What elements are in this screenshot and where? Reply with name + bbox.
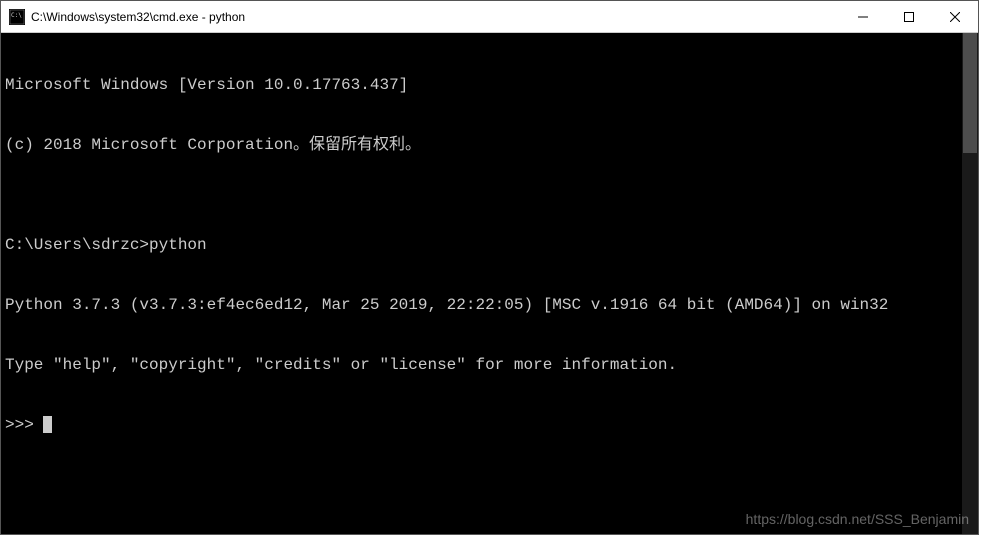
minimize-button[interactable] <box>840 1 886 32</box>
vertical-scrollbar[interactable] <box>962 33 978 534</box>
prompt-line: >>> <box>5 415 958 435</box>
terminal-body: Microsoft Windows [Version 10.0.17763.43… <box>1 33 978 534</box>
terminal-output[interactable]: Microsoft Windows [Version 10.0.17763.43… <box>1 33 962 534</box>
titlebar[interactable]: C:\ C:\Windows\system32\cmd.exe - python <box>1 1 978 33</box>
close-button[interactable] <box>932 1 978 32</box>
scrollbar-thumb[interactable] <box>963 33 977 153</box>
output-line: (c) 2018 Microsoft Corporation。保留所有权利。 <box>5 135 958 155</box>
output-line: Microsoft Windows [Version 10.0.17763.43… <box>5 75 958 95</box>
python-prompt: >>> <box>5 416 43 434</box>
output-line: C:\Users\sdrzc>python <box>5 235 958 255</box>
window-controls <box>840 1 978 32</box>
window-title: C:\Windows\system32\cmd.exe - python <box>31 10 840 24</box>
svg-text:C:\: C:\ <box>11 12 22 19</box>
output-line: Python 3.7.3 (v3.7.3:ef4ec6ed12, Mar 25 … <box>5 295 958 315</box>
cursor-icon <box>43 416 52 433</box>
cmd-icon: C:\ <box>9 9 25 25</box>
cmd-window: C:\ C:\Windows\system32\cmd.exe - python… <box>0 0 979 535</box>
maximize-button[interactable] <box>886 1 932 32</box>
output-line: Type "help", "copyright", "credits" or "… <box>5 355 958 375</box>
